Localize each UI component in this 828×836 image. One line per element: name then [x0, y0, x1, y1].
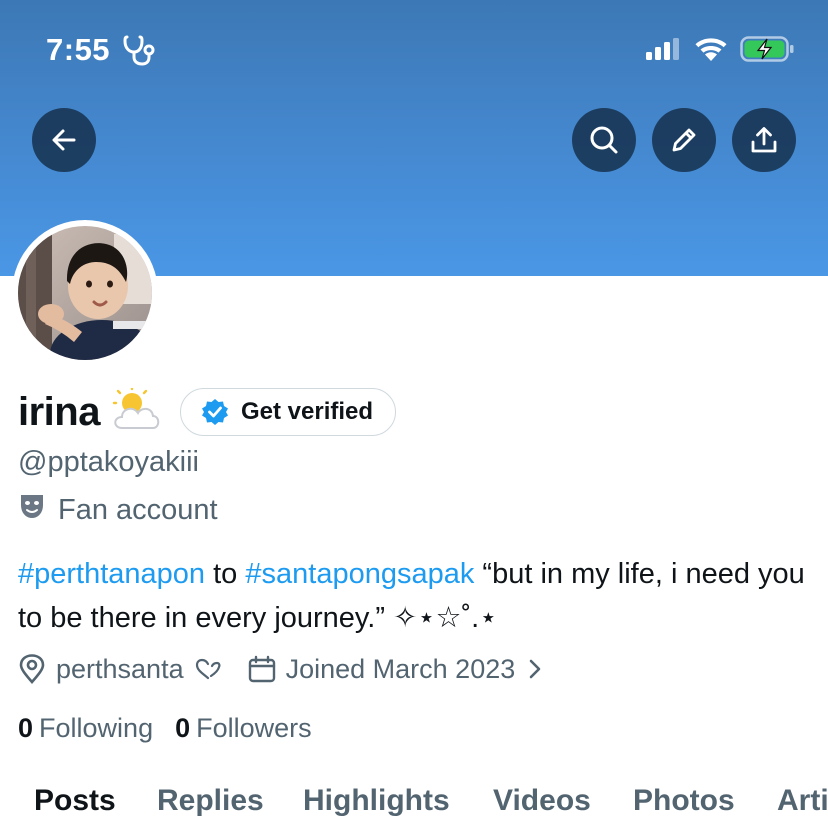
joined-date-label: Joined March 2023 — [285, 653, 516, 684]
avatar[interactable] — [12, 220, 158, 366]
location-label: perthsanta — [56, 653, 184, 684]
heart-outline-icon — [195, 658, 221, 680]
calendar-icon — [248, 655, 275, 683]
wifi-icon — [694, 37, 728, 66]
battery-charging-icon — [740, 36, 794, 67]
sun-behind-cloud-icon — [110, 385, 160, 437]
search-button[interactable] — [572, 108, 636, 172]
location-pin-icon — [19, 654, 45, 684]
get-verified-label: Get verified — [240, 398, 374, 425]
followers-link[interactable]: 0 Followers — [175, 713, 312, 744]
tab-replies[interactable]: Replies — [157, 784, 264, 818]
following-count: 0 — [18, 712, 34, 743]
status-time: 7:55 — [46, 32, 111, 67]
followers-count: 0 — [175, 712, 191, 743]
tab-videos[interactable]: Videos — [493, 784, 591, 818]
display-name: irina — [18, 389, 100, 434]
follow-stats: 0 Following 0 Followers — [18, 710, 312, 746]
joined-date-item[interactable]: Joined March 2023 — [248, 654, 544, 685]
share-button[interactable] — [732, 108, 796, 172]
location-item: perthsanta — [18, 654, 222, 685]
profile-bio: #perthtanapon to #santapongsapak “but in… — [18, 552, 808, 640]
bio-text: to — [205, 558, 246, 590]
category-label: Fan account — [58, 493, 218, 526]
tab-articles[interactable]: Articles — [777, 784, 828, 818]
performing-arts-masks-icon — [18, 492, 46, 528]
tab-highlights[interactable]: Highlights — [303, 784, 450, 818]
followers-label: Followers — [196, 712, 312, 743]
back-button[interactable] — [32, 108, 96, 172]
profile-tabs: Posts Replies Highlights Videos Photos A… — [0, 778, 828, 836]
username-handle: @pptakoyakiii — [18, 446, 199, 478]
status-indicators — [646, 36, 794, 67]
verified-badge-icon — [201, 399, 228, 425]
profile-category: Fan account — [18, 492, 218, 528]
edit-button[interactable] — [652, 108, 716, 172]
tab-posts[interactable]: Posts — [34, 784, 116, 818]
bio-hashtag-link[interactable]: #perthtanapon — [18, 558, 205, 590]
name-row: irina Get verified — [18, 385, 397, 438]
status-bar: 7:55 — [0, 0, 828, 96]
chevron-right-icon — [529, 659, 541, 679]
search-icon — [590, 126, 618, 154]
following-label: Following — [39, 712, 154, 743]
share-upload-icon — [751, 127, 777, 153]
bio-hashtag-link[interactable]: #santapongsapak — [245, 558, 474, 590]
following-link[interactable]: 0 Following — [18, 713, 153, 744]
arrow-left-icon — [52, 129, 76, 151]
avatar-photo — [18, 226, 152, 360]
get-verified-button[interactable]: Get verified — [179, 388, 397, 436]
stethoscope-icon — [122, 33, 160, 72]
cellular-signal-icon — [646, 38, 682, 65]
pencil-icon — [672, 128, 696, 152]
profile-meta-row: perthsanta Joined March 2023 — [18, 650, 543, 688]
tab-photos[interactable]: Photos — [633, 784, 735, 818]
